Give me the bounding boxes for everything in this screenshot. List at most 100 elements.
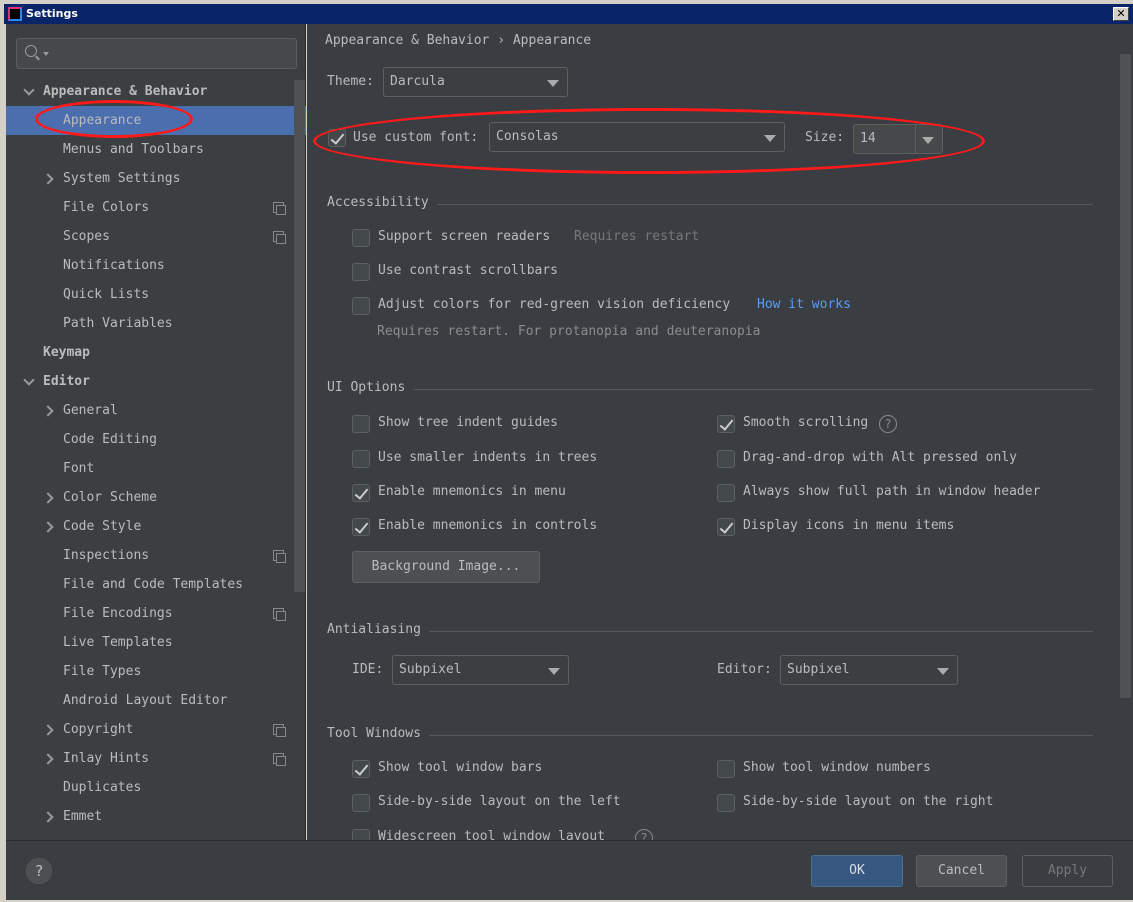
sidebar-item-label: Code Style	[63, 519, 142, 534]
sidebar-item[interactable]: Notifications	[6, 251, 306, 280]
sidebar-item-label: System Settings	[63, 171, 181, 186]
sidebar-item[interactable]: Copyright	[6, 715, 306, 744]
breadcrumb-parent[interactable]: Appearance & Behavior	[325, 33, 489, 48]
sidebar-item[interactable]: Duplicates	[6, 773, 306, 802]
app-icon	[8, 7, 22, 21]
project-copy-icon	[273, 550, 286, 563]
chevron-down-icon[interactable]	[23, 374, 35, 386]
requires-restart-note: Requires restart	[574, 229, 700, 244]
project-copy-icon	[273, 724, 286, 737]
sidebar-item[interactable]: Menus and Toolbars	[6, 135, 306, 164]
sidebar-item-label: Inspections	[63, 548, 150, 563]
chevron-down-icon[interactable]	[23, 84, 35, 96]
help-icon[interactable]: ?	[879, 415, 897, 433]
how-it-works-link[interactable]: How it works	[757, 297, 851, 313]
red-green-checkbox[interactable]	[352, 297, 370, 315]
project-copy-icon	[273, 231, 286, 244]
sidebar-item[interactable]: Font	[6, 454, 306, 483]
ok-button[interactable]: OK	[811, 855, 903, 887]
sidebar-item[interactable]: File Types	[6, 657, 306, 686]
sidebar-item[interactable]: Scopes	[6, 222, 306, 251]
chevron-right-icon[interactable]	[42, 753, 54, 765]
sidebar-item-label: Emmet	[63, 809, 103, 824]
sidebar-item[interactable]: File Encodings	[6, 599, 306, 628]
chevron-right-icon[interactable]	[42, 492, 54, 504]
chevron-right-icon[interactable]	[42, 173, 54, 185]
screen-readers-checkbox[interactable]	[352, 229, 370, 247]
sidebar-item-label: Inlay Hints	[63, 751, 150, 766]
chevron-down-icon	[548, 668, 560, 675]
ui-option-checkbox[interactable]	[352, 415, 370, 433]
sidebar-item[interactable]: Color Scheme	[6, 483, 306, 512]
tool-window-option-checkbox[interactable]	[352, 760, 370, 778]
search-input[interactable]	[16, 38, 297, 69]
sidebar-item[interactable]: Inlay Hints	[6, 744, 306, 773]
chevron-right-icon[interactable]	[42, 811, 54, 823]
sidebar-item[interactable]: Android Layout Editor	[6, 686, 306, 715]
title-bar: Settings ✕	[4, 4, 1133, 24]
sidebar-item[interactable]: Keymap	[6, 338, 306, 367]
annotation-oval-font	[313, 108, 985, 174]
sidebar-item[interactable]: Editor	[6, 367, 306, 396]
sidebar-item-label: Path Variables	[63, 316, 173, 331]
sidebar-item-label: Scopes	[63, 229, 110, 244]
ui-option-label: Show tree indent guides	[378, 415, 559, 430]
sidebar-item[interactable]: Appearance & Behavior	[6, 77, 306, 106]
search-icon-handle	[35, 55, 40, 61]
sidebar-item[interactable]: Path Variables	[6, 309, 306, 338]
theme-select[interactable]: Darcula	[383, 67, 568, 97]
ui-option-checkbox[interactable]	[717, 484, 735, 502]
sidebar-item-label: Quick Lists	[63, 287, 150, 302]
sidebar-item-label: Copyright	[63, 722, 134, 737]
antialiasing-section: Antialiasing	[327, 622, 1093, 638]
sidebar-item[interactable]: Emmet	[6, 802, 306, 831]
tool-window-option-checkbox[interactable]	[352, 794, 370, 812]
sidebar-item-label: File Encodings	[63, 606, 173, 621]
apply-button[interactable]: Apply	[1022, 855, 1113, 887]
sidebar-item[interactable]: General	[6, 396, 306, 425]
contrast-scrollbars-checkbox[interactable]	[352, 263, 370, 281]
sidebar-item[interactable]: Quick Lists	[6, 280, 306, 309]
ide-label: IDE:	[352, 662, 384, 677]
editor-antialiasing-select[interactable]: Subpixel	[780, 655, 958, 685]
ui-option-checkbox[interactable]	[717, 415, 735, 433]
sidebar-item-label: Color Scheme	[63, 490, 157, 505]
editor-antialiasing-value: Subpixel	[787, 662, 850, 677]
sidebar-item-label: Editor	[43, 374, 90, 389]
cancel-button[interactable]: Cancel	[916, 855, 1007, 887]
sidebar-item[interactable]: Inspections	[6, 541, 306, 570]
ui-option-checkbox[interactable]	[352, 484, 370, 502]
breadcrumb-separator: ›	[497, 33, 506, 48]
tool-window-option-checkbox[interactable]	[717, 794, 735, 812]
sidebar-item-label: General	[63, 403, 118, 418]
chevron-down-icon	[547, 80, 559, 87]
sidebar-scrollbar[interactable]	[294, 80, 305, 592]
sidebar-item-label: Notifications	[63, 258, 165, 273]
sidebar-item[interactable]: File and Code Templates	[6, 570, 306, 599]
sidebar-item[interactable]: Live Templates	[6, 628, 306, 657]
ui-option-checkbox[interactable]	[352, 450, 370, 468]
ui-option-checkbox[interactable]	[352, 518, 370, 536]
sidebar-item[interactable]: Code Editing	[6, 425, 306, 454]
main-scrollbar[interactable]	[1120, 54, 1131, 698]
project-copy-icon	[273, 202, 286, 215]
ide-antialiasing-select[interactable]: Subpixel	[392, 655, 569, 685]
ui-option-checkbox[interactable]	[717, 518, 735, 536]
chevron-right-icon[interactable]	[42, 521, 54, 533]
chevron-right-icon[interactable]	[42, 405, 54, 417]
search-dropdown-icon	[43, 52, 49, 56]
red-green-note: Requires restart. For protanopia and deu…	[377, 324, 761, 339]
ui-option-label: Use smaller indents in trees	[378, 450, 598, 465]
sidebar-item[interactable]: File Colors	[6, 193, 306, 222]
ui-option-label: Always show full path in window header	[743, 484, 1041, 499]
annotation-oval-appearance	[35, 100, 193, 138]
sidebar-item-label: Font	[63, 461, 95, 476]
ui-option-checkbox[interactable]	[717, 450, 735, 468]
chevron-right-icon[interactable]	[42, 724, 54, 736]
help-button[interactable]: ?	[26, 858, 52, 884]
background-image-button[interactable]: Background Image...	[352, 551, 540, 583]
sidebar-item[interactable]: System Settings	[6, 164, 306, 193]
tool-window-option-checkbox[interactable]	[717, 760, 735, 778]
sidebar-item[interactable]: Code Style	[6, 512, 306, 541]
close-button[interactable]: ✕	[1113, 7, 1129, 21]
